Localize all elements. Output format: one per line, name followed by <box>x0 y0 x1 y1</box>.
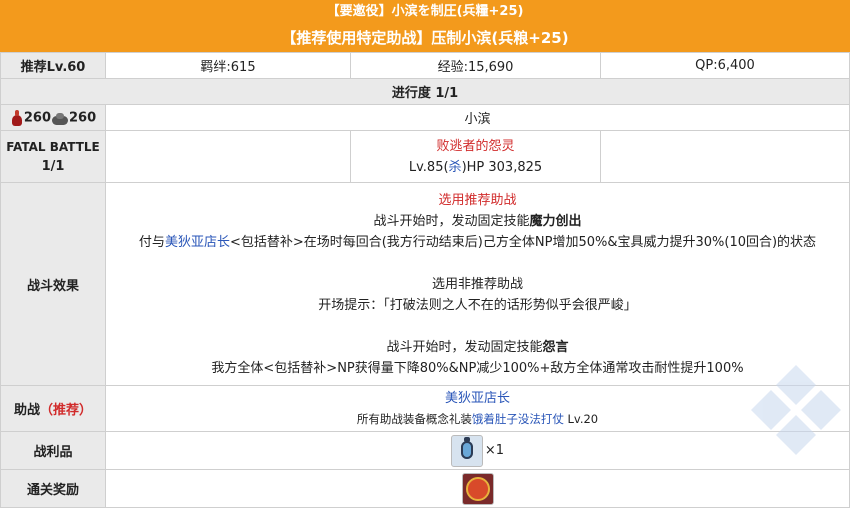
location-name: 小滨 <box>105 104 850 131</box>
battle-label: FATAL BATTLE 1/1 <box>0 130 106 183</box>
nonrecommended-support-heading: 选用非推荐助战 <box>431 276 523 292</box>
enemy-class-link[interactable]: 杀 <box>449 160 462 175</box>
red-ingredient-count: 260 <box>23 110 51 125</box>
battle-empty-left <box>105 130 351 183</box>
reward-content <box>105 469 850 508</box>
lantern-icon[interactable] <box>450 434 483 467</box>
skill-name-2: 怨言 <box>542 339 569 355</box>
progress-label: 进行度 1/1 <box>0 78 850 105</box>
skill-intro-1: 战斗开始时，发动固定技能 <box>373 213 530 229</box>
reward-icon[interactable] <box>461 472 494 505</box>
battle-row: FATAL BATTLE 1/1 败逃者的怨灵 Lv.85(杀)HP 303,8… <box>0 130 850 183</box>
enemy-stats: Lv.85(杀)HP 303,825 <box>351 157 600 178</box>
drop-quantity: ×1 <box>484 443 505 458</box>
support-ce-level: Lv.20 <box>563 411 599 426</box>
skill-line-2: 战斗开始时，发动固定技能怨言 <box>106 337 849 358</box>
drops-label: 战利品 <box>0 431 106 470</box>
support-label-text: 助战 <box>13 403 40 418</box>
grant-line: 付与美狄亚店长<包括替补>在场时每回合(我方行动结束后)己方全体NP增加50%&… <box>106 232 849 253</box>
enemy-cell: 败逃者的怨灵 Lv.85(杀)HP 303,825 <box>350 130 601 183</box>
quest-title: 【推荐使用特定助战】压制小滨(兵粮+25) <box>0 24 850 52</box>
battle-label-title: FATAL BATTLE <box>6 139 100 154</box>
enemy-level: Lv.85( <box>408 159 449 175</box>
support-ce-line: 所有助战装备概念礼装饿着肚子没法打仗 Lv.20 <box>106 409 849 429</box>
skill-name-1: 魔力创出 <box>529 213 582 229</box>
quest-panel: 【要邀役】小滨を制圧(兵糧+25) 【推荐使用特定助战】压制小滨(兵粮+25) … <box>0 0 850 514</box>
red-ingredient-icon <box>10 109 24 126</box>
effects-content: 选用推荐助战 战斗开始时，发动固定技能魔力创出 付与美狄亚店长<包括替补>在场时… <box>105 182 850 386</box>
quest-title-jp: 【要邀役】小滨を制圧(兵糧+25) <box>0 0 850 24</box>
enemy-name: 败逃者的怨灵 <box>436 138 515 154</box>
enemy-hp: )HP 303,825 <box>461 159 543 175</box>
stats-row: 推荐Lv.60 羁绊:615 经验:15,690 QP:6,400 <box>0 52 850 79</box>
grant-prefix: 付与 <box>138 234 165 250</box>
exp-value: 经验:15,690 <box>350 52 601 79</box>
grant-description: <包括替补>在场时每回合(我方行动结束后)己方全体NP增加50%&宝具威力提升3… <box>229 234 817 250</box>
quest-info-table: 推荐Lv.60 羁绊:615 经验:15,690 QP:6,400 进行度 1/… <box>0 52 850 508</box>
support-label: 助战（推荐） <box>0 385 106 432</box>
drops-content: ×1 <box>105 431 850 470</box>
support-recommended-tag: （推荐） <box>40 403 93 418</box>
reward-label: 通关奖励 <box>0 469 106 508</box>
reward-row: 通关奖励 <box>0 469 850 508</box>
bond-value: 羁绊:615 <box>105 52 351 79</box>
battle-label-count: 1/1 <box>41 158 65 174</box>
grant-servant-link[interactable]: 美狄亚店长 <box>165 235 230 250</box>
recommended-support-heading: 选用推荐助战 <box>438 192 517 208</box>
opening-hint: 开场提示：「打破法则之人不在的话形势似乎会很严峻」 <box>318 297 637 313</box>
support-row: 助战（推荐） 美狄亚店长 所有助战装备概念礼装饿着肚子没法打仗 Lv.20 <box>0 385 850 432</box>
location-row: 260 260 小滨 <box>0 104 850 131</box>
effects-label: 战斗效果 <box>0 182 106 386</box>
support-ce-prefix: 所有助战装备概念礼装 <box>356 411 472 426</box>
skill-line-1: 战斗开始时，发动固定技能魔力创出 <box>106 211 849 232</box>
effects-row: 战斗效果 选用推荐助战 战斗开始时，发动固定技能魔力创出 付与美狄亚店长<包括替… <box>0 182 850 386</box>
penalty-line: 我方全体<包括替补>NP获得量下降80%&NP减少100%+敌方全体通常攻击耐性… <box>211 360 744 376</box>
drops-row: 战利品 ×1 <box>0 431 850 470</box>
recommended-level: 推荐Lv.60 <box>0 52 106 79</box>
ingredients-cell: 260 260 <box>0 104 106 131</box>
support-ce-link[interactable]: 饿着肚子没法打仗 <box>472 412 564 426</box>
support-content: 美狄亚店长 所有助战装备概念礼装饿着肚子没法打仗 Lv.20 <box>105 385 850 432</box>
grey-ingredient-count: 260 <box>69 110 97 125</box>
support-servant-link[interactable]: 美狄亚店长 <box>106 389 849 409</box>
battle-empty-right <box>600 130 850 183</box>
skill-intro-2: 战斗开始时，发动固定技能 <box>386 339 543 355</box>
progress-row: 进行度 1/1 <box>0 78 850 105</box>
grey-ingredient-icon <box>51 110 69 126</box>
qp-value: QP:6,400 <box>600 52 850 79</box>
